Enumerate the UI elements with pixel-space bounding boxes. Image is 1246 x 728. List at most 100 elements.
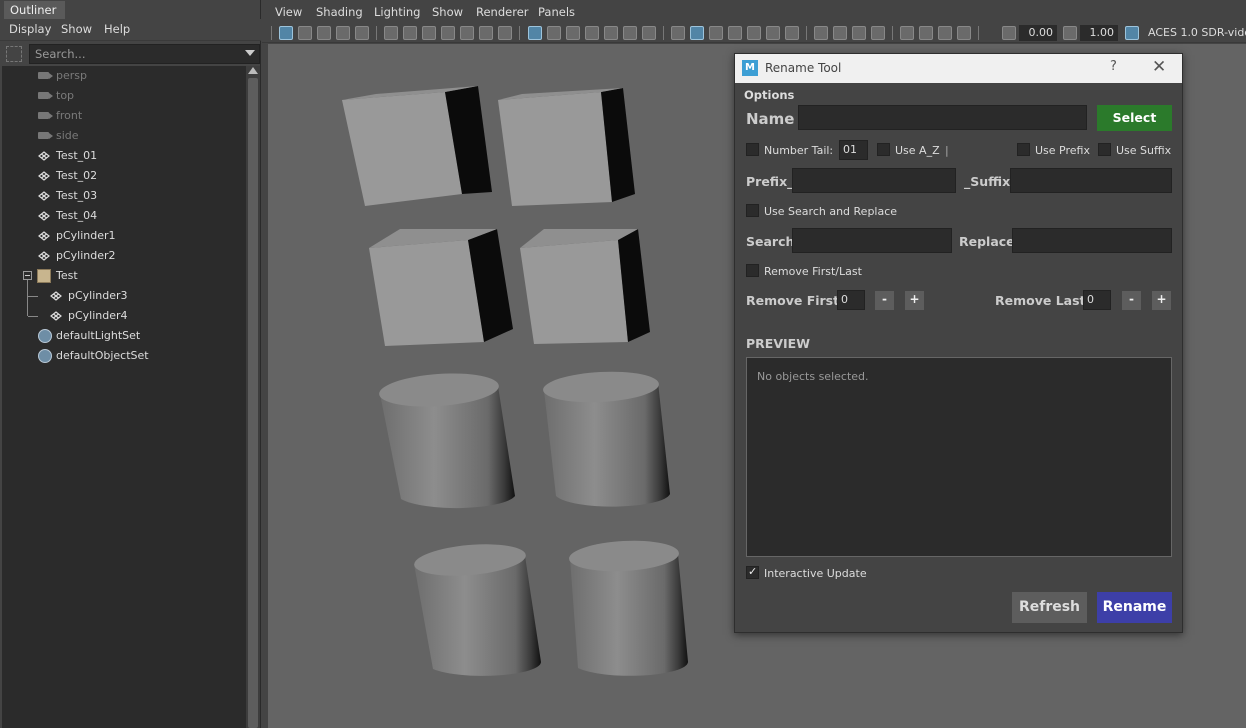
isolate-select-icon[interactable]	[900, 26, 914, 40]
safe-action-icon[interactable]	[460, 26, 474, 40]
menu-help[interactable]: Help	[104, 22, 130, 36]
cylinder-pcylinder2[interactable]	[542, 369, 670, 507]
suffix-input[interactable]	[1010, 168, 1172, 193]
list-item-front[interactable]: front	[2, 106, 246, 126]
menu-lighting[interactable]: Lighting	[374, 5, 420, 19]
resolution-gate-icon[interactable]	[403, 26, 417, 40]
smooth-shade-icon[interactable]	[690, 26, 704, 40]
color-management-icon[interactable]	[1125, 26, 1139, 40]
menu-show[interactable]: Show	[432, 5, 463, 19]
chevron-down-icon[interactable]	[245, 50, 255, 56]
list-item-test-group[interactable]: Test	[2, 266, 246, 286]
motion-blur-icon[interactable]	[833, 26, 847, 40]
gate-mask-icon[interactable]	[422, 26, 436, 40]
close-icon[interactable]: ✕	[1152, 57, 1166, 77]
scroll-thumb[interactable]	[248, 78, 258, 728]
select-camera-icon[interactable]	[279, 26, 293, 40]
list-item-pcylinder4[interactable]: pCylinder4	[2, 306, 246, 326]
cylinder-pcylinder1[interactable]	[378, 370, 515, 509]
grease-pencil-icon[interactable]	[498, 26, 512, 40]
use-suffix-checkbox[interactable]	[1098, 143, 1111, 156]
list-item-pcylinder3[interactable]: pCylinder3	[2, 286, 246, 306]
shadows-icon[interactable]	[785, 26, 799, 40]
xray-icon[interactable]	[919, 26, 933, 40]
field-chart-toggle-icon[interactable]	[604, 26, 618, 40]
remove-last-minus-button[interactable]: -	[1122, 291, 1141, 310]
list-item-default-object-set[interactable]: defaultObjectSet	[2, 346, 246, 366]
outliner-tab[interactable]: Outliner	[4, 1, 65, 19]
cube-test-01[interactable]	[342, 86, 492, 206]
safe-action-toggle-icon[interactable]	[623, 26, 637, 40]
menu-renderer[interactable]: Renderer	[476, 5, 529, 19]
exposure-field[interactable]: 0.00	[1019, 25, 1057, 41]
cube-test-04[interactable]	[520, 229, 650, 344]
remove-first-plus-button[interactable]: +	[905, 291, 924, 310]
menu-panels[interactable]: Panels	[538, 5, 575, 19]
list-item-test-02[interactable]: Test_02	[2, 166, 246, 186]
remove-first-minus-button[interactable]: -	[875, 291, 894, 310]
list-item-side[interactable]: side	[2, 126, 246, 146]
resolution-toggle-icon[interactable]	[566, 26, 580, 40]
list-item-test-03[interactable]: Test_03	[2, 186, 246, 206]
search-input[interactable]: Search...	[29, 44, 260, 64]
use-all-lights-icon[interactable]	[766, 26, 780, 40]
safe-title-toggle-icon[interactable]	[642, 26, 656, 40]
remove-last-plus-button[interactable]: +	[1152, 291, 1171, 310]
list-item-top[interactable]: top	[2, 86, 246, 106]
replace-field[interactable]	[1012, 228, 1172, 253]
gamma-field[interactable]: 1.00	[1080, 25, 1118, 41]
2d-pan-icon[interactable]	[355, 26, 369, 40]
backface-culling-icon[interactable]	[957, 26, 971, 40]
list-item-test-01[interactable]: Test_01	[2, 146, 246, 166]
collapse-toggle[interactable]	[23, 271, 32, 280]
cylinder-pcylinder3[interactable]	[413, 540, 541, 676]
use-search-replace-checkbox[interactable]	[746, 204, 759, 217]
ambient-occlusion-icon[interactable]	[814, 26, 828, 40]
search-field[interactable]	[792, 228, 952, 253]
safe-title-icon[interactable]	[479, 26, 493, 40]
scroll-up-arrow-icon[interactable]	[248, 67, 258, 74]
remove-first-input[interactable]: 0	[837, 290, 865, 310]
cylinder-pcylinder4[interactable]	[568, 538, 688, 676]
use-az-checkbox[interactable]	[877, 143, 890, 156]
image-plane-icon[interactable]	[336, 26, 350, 40]
rename-button[interactable]: Rename	[1097, 592, 1172, 623]
select-button[interactable]: Select	[1097, 105, 1172, 131]
film-gate-toggle-icon[interactable]	[547, 26, 561, 40]
prefix-input[interactable]	[792, 168, 956, 193]
depth-of-field-icon[interactable]	[871, 26, 885, 40]
bookmark-icon[interactable]	[317, 26, 331, 40]
use-prefix-checkbox[interactable]	[1017, 143, 1030, 156]
remove-first-last-checkbox[interactable]	[746, 264, 759, 277]
remove-last-input[interactable]: 0	[1083, 290, 1111, 310]
dialog-titlebar[interactable]: M Rename Tool ? ✕	[735, 54, 1182, 83]
help-icon[interactable]: ?	[1110, 59, 1117, 74]
list-item-pcylinder1[interactable]: pCylinder1	[2, 226, 246, 246]
cube-test-03[interactable]	[369, 229, 513, 346]
menu-view[interactable]: View	[275, 5, 302, 19]
view-transform-label[interactable]: ACES 1.0 SDR-video	[1148, 26, 1246, 39]
gate-mask-toggle-icon[interactable]	[585, 26, 599, 40]
grid-icon[interactable]	[528, 26, 542, 40]
number-tail-checkbox[interactable]	[746, 143, 759, 156]
outliner-scrollbar[interactable]	[246, 66, 260, 728]
wireframe-icon[interactable]	[671, 26, 685, 40]
default-material-icon[interactable]	[728, 26, 742, 40]
xray-joints-icon[interactable]	[938, 26, 952, 40]
list-item-test-04[interactable]: Test_04	[2, 206, 246, 226]
film-gate-icon[interactable]	[384, 26, 398, 40]
gamma-icon[interactable]	[1063, 26, 1077, 40]
menu-display[interactable]: Display	[9, 22, 51, 36]
menu-shading[interactable]: Shading	[316, 5, 363, 19]
menu-show[interactable]: Show	[61, 22, 92, 36]
field-chart-icon[interactable]	[441, 26, 455, 40]
list-item-pcylinder2[interactable]: pCylinder2	[2, 246, 246, 266]
camera-attributes-icon[interactable]	[298, 26, 312, 40]
list-item-default-light-set[interactable]: defaultLightSet	[2, 326, 246, 346]
exposure-icon[interactable]	[1002, 26, 1016, 40]
filter-icon[interactable]	[6, 46, 22, 62]
number-tail-input[interactable]: 01	[839, 140, 868, 160]
name-input[interactable]	[798, 105, 1087, 130]
refresh-button[interactable]: Refresh	[1012, 592, 1087, 623]
interactive-update-checkbox[interactable]	[746, 565, 759, 579]
